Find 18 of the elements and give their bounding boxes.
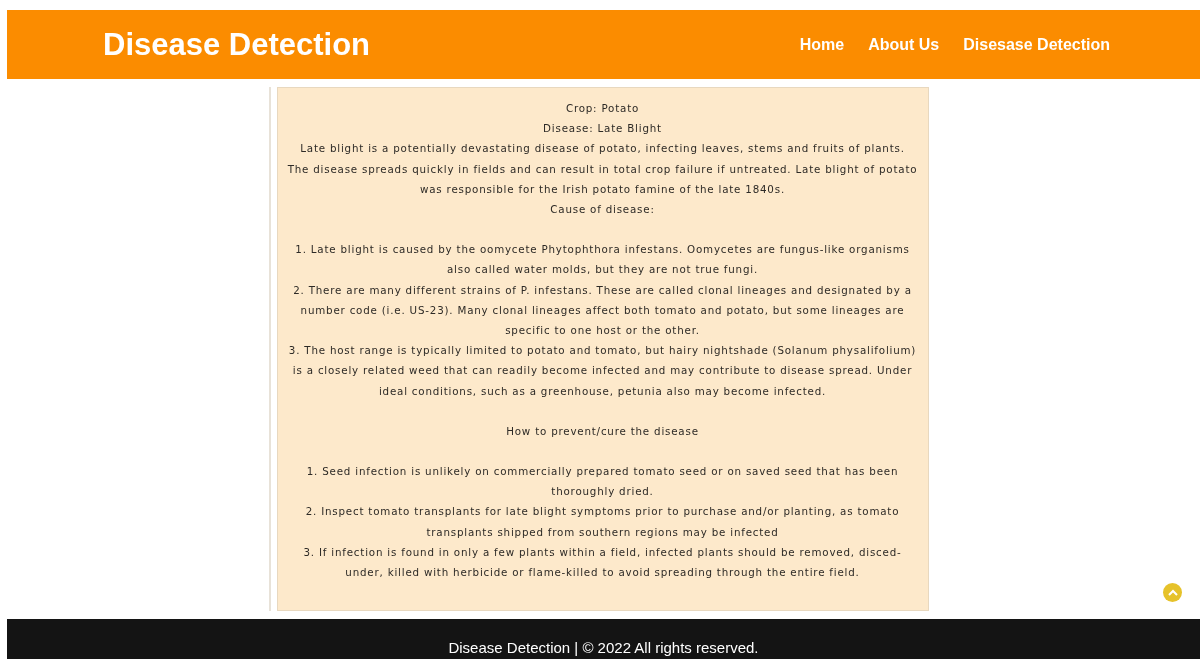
list-item-text: 1. Late blight is caused by the oomycete Phytophthora infestans. Oomycetes are fungus-like organisms also called water molds, but they are not true fungi.: [294, 242, 911, 278]
nav-link[interactable]: Disesase Detection: [963, 35, 1110, 54]
footer-text: Disease Detection | © 2022 All rights reserved.: [448, 639, 759, 656]
site-title: Disease Detection: [103, 26, 371, 63]
crop-label: Crop: Potato: [564, 101, 641, 116]
section-heading: Cause of disease:: [549, 202, 656, 217]
nav-link[interactable]: About Us: [868, 35, 940, 54]
nav-link[interactable]: Home: [799, 35, 845, 54]
list-item-text: 1. Seed infection is unlikely on commercially prepared tomato seed or on saved seed that has been thoroughly dried.: [305, 464, 900, 500]
section-heading: How to prevent/cure the disease: [505, 423, 700, 439]
list-item-text: 3. If infection is found in only a few plants within a field, infected plants should be removed, disced-under, killed with herbicide or flame-killed to avoid spreading through the entire field.: [302, 544, 903, 581]
list-item-text: 2. Inspect tomato transplants for late blight symptoms prior to purchase and/or planting, as tomato transplants shipped from southern regions may be infected: [304, 504, 901, 540]
chevron-up-icon: [1167, 589, 1178, 596]
list-item-text: 2. There are many different strains of P. infestans. These are called clonal lineages and designated by a number code (i.e. US-23). Many clonal lineages affect both tomato and potato, but some lineages are specific to one host or the other.: [292, 282, 913, 339]
list-item-text: 3. The host range is typically limited to potato and tomato, but hairy nightshade (Solanum physalifolium) is a closely related weed that can readily become infected and may contribute to disease spread. Under ideal conditions, such as a greenhouse, petunia also may become infected.: [287, 343, 918, 399]
disease-label: Disease: Late Blight: [542, 121, 663, 137]
scroll-top-button[interactable]: [1163, 583, 1182, 602]
description-text: Late blight is a potentially devastating disease of potato, infecting leaves, stems and fruits of plants. The disease spreads quickly in fields and can result in total crop failure if untreated. Late blight of potato was responsible for the Irish potato famine of the late 1840s.: [287, 141, 918, 197]
